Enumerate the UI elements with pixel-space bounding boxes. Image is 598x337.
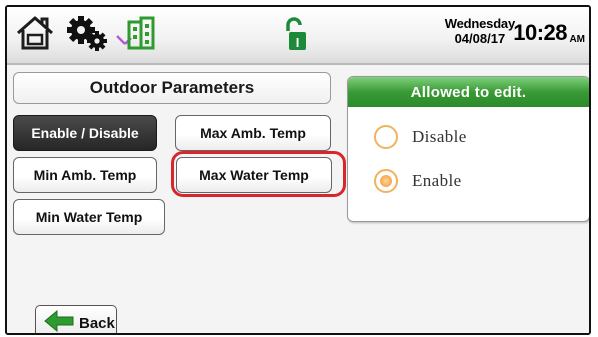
top-status-bar: I Wednesday 04/08/17 10:28 AM (7, 7, 589, 65)
min-amb-temp-button[interactable]: Min Amb. Temp (13, 157, 157, 193)
green-left-arrow-icon (44, 309, 74, 334)
radio-enable[interactable] (374, 169, 398, 193)
unlocked-padlock-icon[interactable]: I (283, 17, 309, 53)
section-title: Outdoor Parameters (13, 72, 331, 104)
max-amb-temp-button[interactable]: Max Amb. Temp (175, 115, 331, 151)
edit-panel-header: Allowed to edit. (348, 77, 589, 107)
option-enable[interactable]: Enable (374, 169, 462, 193)
clock-ampm: AM (569, 34, 585, 45)
edit-panel: Allowed to edit. Disable Enable (347, 76, 589, 222)
date: 04/08/17 (454, 31, 506, 46)
option-enable-label: Enable (412, 171, 462, 190)
min-water-temp-button[interactable]: Min Water Temp (13, 199, 165, 235)
content-area: Outdoor Parameters Enable / Disable Max … (7, 65, 589, 333)
enable-disable-button[interactable]: Enable / Disable (13, 115, 157, 151)
back-button[interactable]: Back (35, 305, 117, 334)
building-network-icon[interactable] (115, 16, 159, 52)
radio-disable[interactable] (374, 125, 398, 149)
svg-text:I: I (296, 35, 300, 50)
option-disable-label: Disable (412, 127, 467, 146)
home-icon[interactable] (15, 15, 55, 51)
back-label: Back (79, 314, 115, 332)
option-disable[interactable]: Disable (374, 125, 467, 149)
weekday: Wednesday (444, 16, 515, 31)
selection-highlight (171, 151, 346, 197)
settings-gears-icon[interactable] (67, 14, 109, 52)
touch-screen: I Wednesday 04/08/17 10:28 AM Outdoor Pa… (5, 5, 591, 335)
date-block: Wednesday 04/08/17 (445, 16, 515, 46)
clock-time: 10:28 (513, 20, 567, 45)
